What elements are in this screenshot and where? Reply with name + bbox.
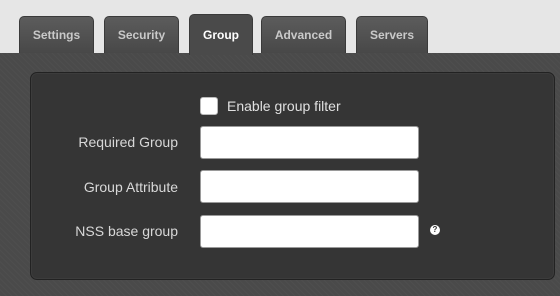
enable-group-filter-checkbox[interactable] [200,97,218,115]
required-group-label: Required Group [78,134,178,150]
tab-group[interactable]: Group [189,14,253,55]
tab-settings[interactable]: Settings [19,16,94,53]
enable-group-filter-label: Enable group filter [227,98,341,114]
nss-base-group-label: NSS base group [75,223,178,239]
tab-bar: Settings Security Group Advanced Servers [0,0,560,55]
enable-group-filter-row: Enable group filter [200,96,341,116]
tab-security[interactable]: Security [104,16,179,53]
group-attribute-input[interactable] [200,170,419,203]
group-attribute-label: Group Attribute [83,179,178,195]
question-circle-icon[interactable]: ? [430,225,440,235]
required-group-input[interactable] [200,126,419,159]
tab-advanced[interactable]: Advanced [261,16,346,53]
tab-servers[interactable]: Servers [356,16,428,53]
nss-base-group-input[interactable] [200,215,419,248]
